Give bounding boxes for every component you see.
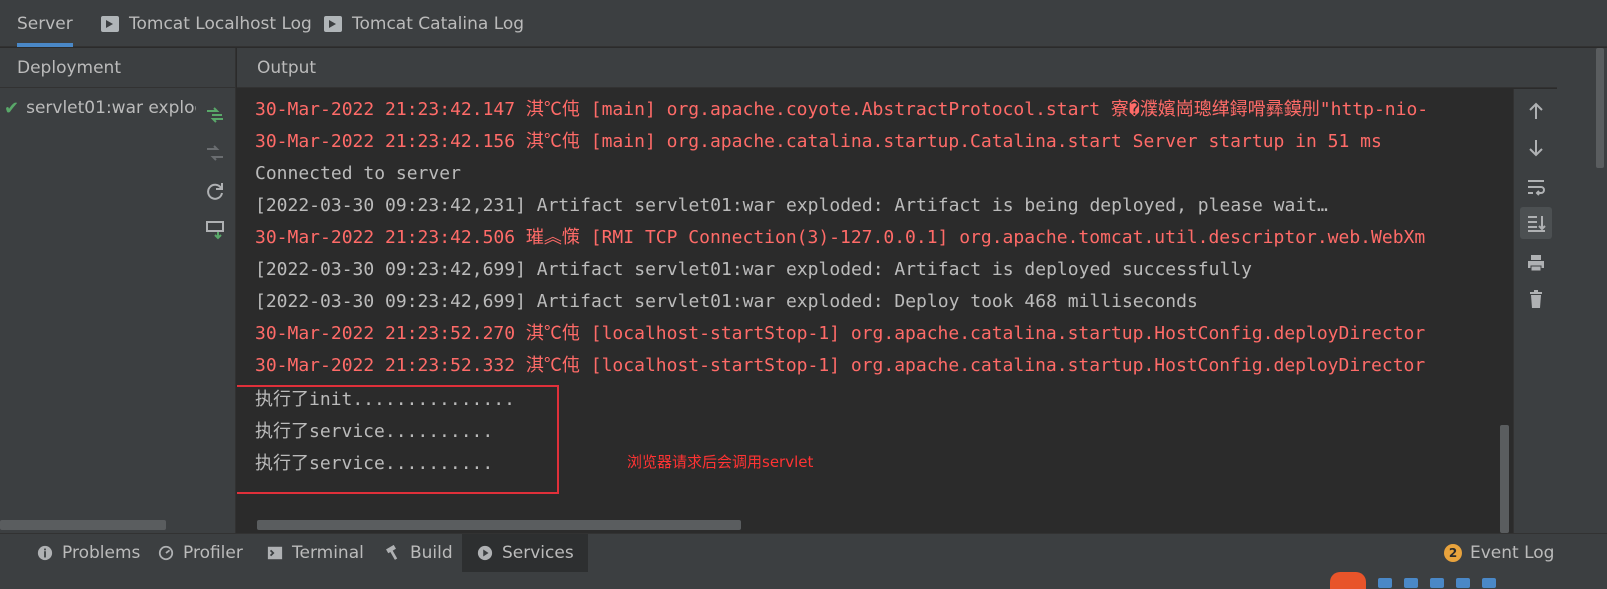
deployment-toolbar xyxy=(200,96,230,248)
checkmark-icon: ✔ xyxy=(4,97,20,119)
tray-icon[interactable] xyxy=(1456,578,1470,588)
undeploy-icon[interactable] xyxy=(200,134,230,172)
tab-tomcat-localhost-log-label: Tomcat Localhost Log xyxy=(129,13,312,34)
tab-profiler[interactable]: Profiler xyxy=(157,534,243,572)
console-line: 30-Mar-2022 21:23:42.147 淇℃伅 [main] org.… xyxy=(255,99,1429,120)
hammer-icon xyxy=(384,544,402,562)
system-tray xyxy=(1330,572,1496,589)
input-method-logo-icon xyxy=(1330,572,1366,589)
tab-build[interactable]: Build xyxy=(384,534,453,572)
tab-tomcat-catalina-log-label: Tomcat Catalina Log xyxy=(352,13,525,34)
deployment-panel: Deployment ✔ servlet01:war exploded xyxy=(0,48,236,548)
tab-build-label: Build xyxy=(410,543,453,563)
console-output[interactable]: 30-Mar-2022 21:23:42.147 淇℃伅 [main] org.… xyxy=(237,89,1513,533)
services-icon xyxy=(476,544,494,562)
refresh-icon[interactable] xyxy=(200,172,230,210)
tab-terminal-label: Terminal xyxy=(292,543,364,563)
event-log-label: Event Log xyxy=(1470,543,1555,563)
deploy-all-icon[interactable] xyxy=(200,210,230,248)
tab-problems[interactable]: Problems xyxy=(36,534,140,572)
clipped-previous-line xyxy=(255,89,1155,95)
tab-services[interactable]: Services xyxy=(462,534,588,572)
info-icon xyxy=(36,544,54,562)
console-toolbar xyxy=(1513,89,1557,533)
console-line: [2022-03-30 09:23:42,699] Artifact servl… xyxy=(255,259,1252,280)
arrow-up-icon[interactable] xyxy=(1520,95,1552,127)
tab-profiler-label: Profiler xyxy=(183,543,243,563)
console-line: [2022-03-30 09:23:42,699] Artifact servl… xyxy=(255,291,1198,312)
bottom-tool-bar: Problems Profiler Terminal Build Service… xyxy=(0,533,1607,589)
scroll-to-end-icon[interactable] xyxy=(1520,207,1552,239)
arrow-down-icon[interactable] xyxy=(1520,132,1552,164)
console-line: Connected to server xyxy=(255,163,461,184)
deployment-item[interactable]: ✔ servlet01:war exploded xyxy=(0,94,196,122)
console-line: 30-Mar-2022 21:23:52.270 淇℃伅 [localhost-… xyxy=(255,323,1426,344)
tab-services-label: Services xyxy=(502,543,574,563)
tray-icon[interactable] xyxy=(1430,578,1444,588)
deployment-horizontal-scrollbar[interactable] xyxy=(0,520,166,530)
highlight-box xyxy=(237,385,559,494)
console-line: [2022-03-30 09:23:42,231] Artifact servl… xyxy=(255,195,1328,216)
deployment-item-label: servlet01:war exploded xyxy=(26,98,196,118)
event-count-badge: 2 xyxy=(1444,544,1462,562)
console-horizontal-scrollbar[interactable] xyxy=(257,520,741,530)
terminal-icon xyxy=(324,15,342,32)
tab-tomcat-catalina-log[interactable]: Tomcat Catalina Log xyxy=(324,0,524,47)
right-edge-scrollbar[interactable] xyxy=(1596,48,1604,168)
console-vertical-scrollbar[interactable] xyxy=(1500,425,1509,533)
trash-icon[interactable] xyxy=(1520,283,1552,315)
tray-icon[interactable] xyxy=(1378,578,1392,588)
tool-window-tabbar: Server Tomcat Localhost Log Tomcat Catal… xyxy=(0,0,1607,47)
soft-wrap-icon[interactable] xyxy=(1520,171,1552,203)
console-line: 30-Mar-2022 21:23:42.506 璀︽憡 [RMI TCP Co… xyxy=(255,227,1426,248)
profiler-icon xyxy=(157,544,175,562)
tab-server-label: Server xyxy=(17,13,73,34)
tray-icon[interactable] xyxy=(1482,578,1496,588)
annotation-text: 浏览器请求后会调用servlet xyxy=(627,453,814,471)
tray-icon[interactable] xyxy=(1404,578,1418,588)
terminal-icon xyxy=(101,15,119,32)
deployment-header: Deployment xyxy=(0,48,235,88)
tab-tomcat-localhost-log[interactable]: Tomcat Localhost Log xyxy=(101,0,312,47)
console-line: 30-Mar-2022 21:23:52.332 淇℃伅 [localhost-… xyxy=(255,355,1426,376)
tab-problems-label: Problems xyxy=(62,543,141,563)
output-header: Output xyxy=(237,48,1607,88)
terminal-icon xyxy=(266,544,284,562)
tab-server[interactable]: Server xyxy=(17,0,73,47)
tab-terminal[interactable]: Terminal xyxy=(266,534,364,572)
console-line: 30-Mar-2022 21:23:42.156 淇℃伅 [main] org.… xyxy=(255,131,1382,152)
deploy-icon[interactable] xyxy=(200,96,230,134)
print-icon[interactable] xyxy=(1520,247,1552,279)
event-log-button[interactable]: 2 Event Log xyxy=(1444,534,1554,572)
